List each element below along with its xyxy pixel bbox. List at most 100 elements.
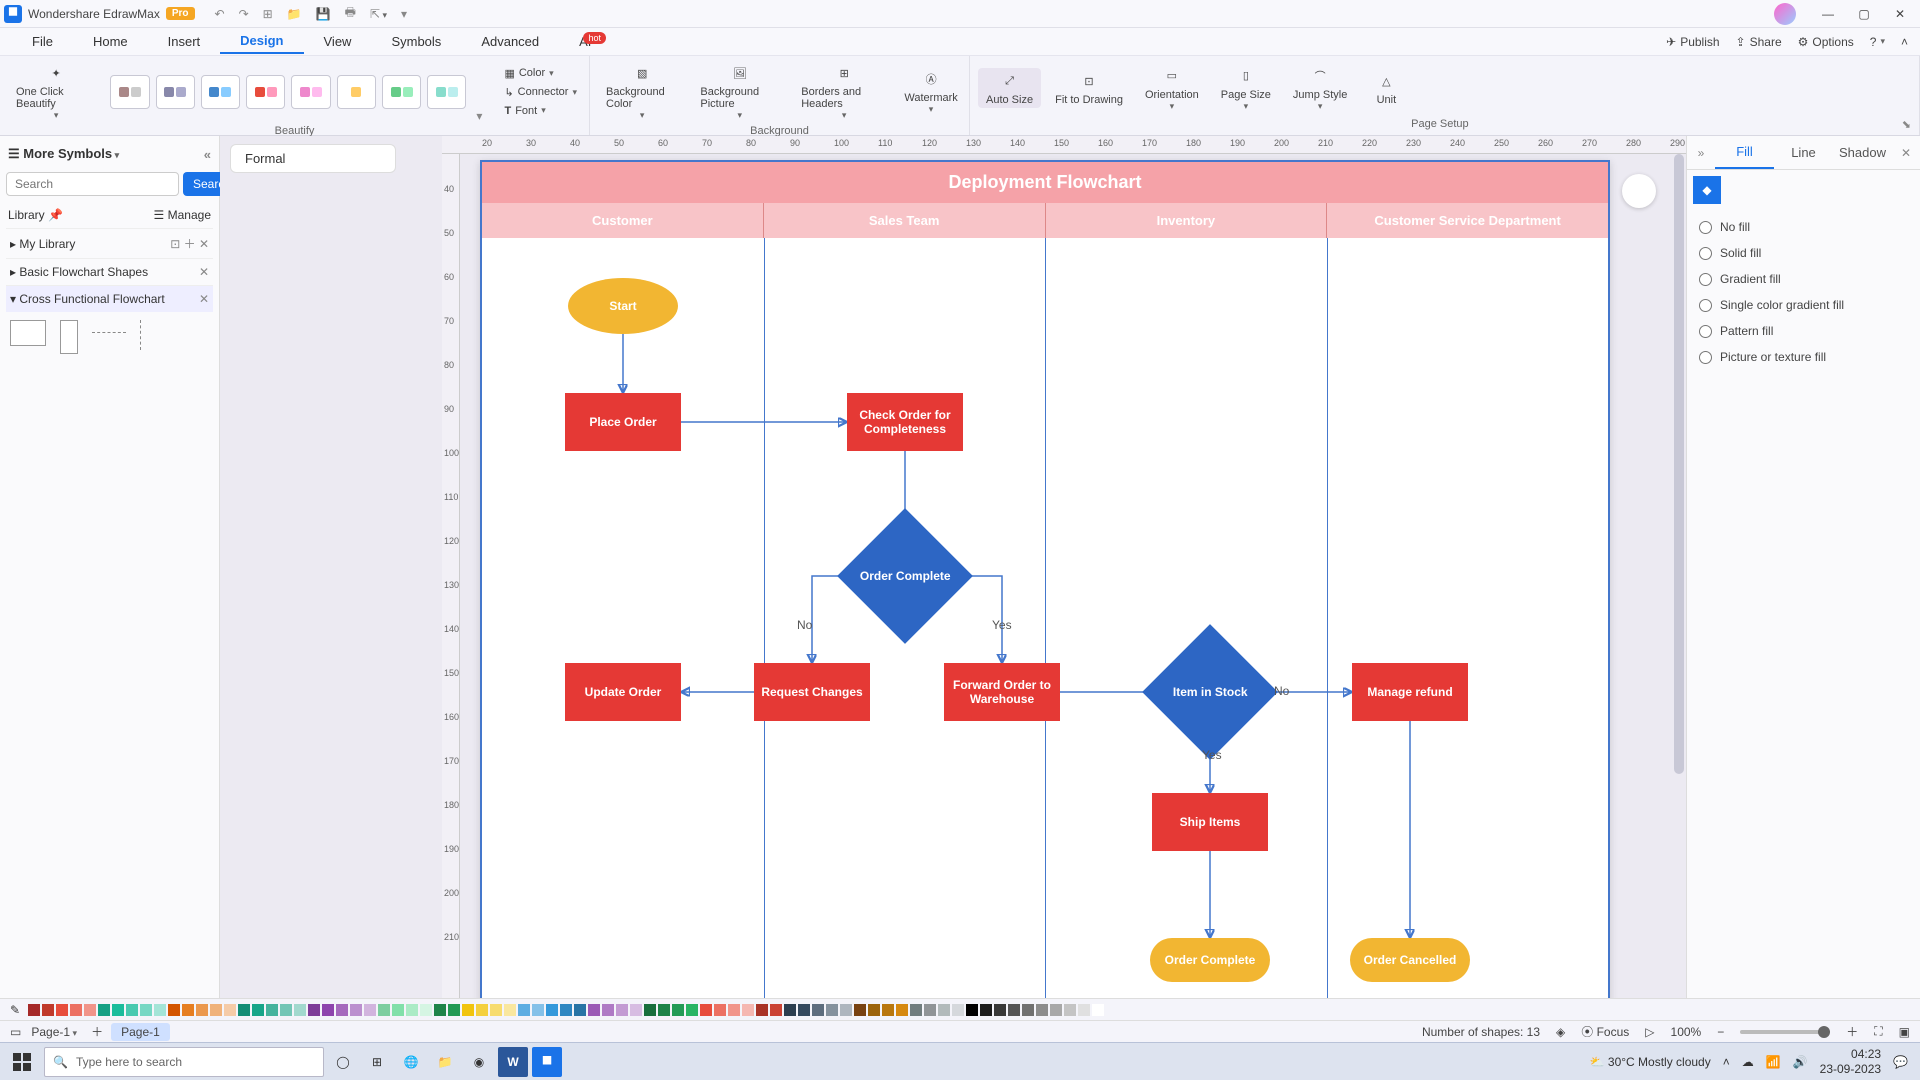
color-swatch[interactable] <box>42 1004 54 1016</box>
color-swatch[interactable] <box>112 1004 124 1016</box>
color-swatch[interactable] <box>238 1004 250 1016</box>
color-swatch[interactable] <box>140 1004 152 1016</box>
fill-tab[interactable]: Fill <box>1715 136 1774 169</box>
menu-file[interactable]: File <box>12 30 73 53</box>
separator-v-shape[interactable] <box>140 320 141 350</box>
color-swatch[interactable] <box>308 1004 320 1016</box>
focus-button[interactable]: ⦿ Focus <box>1581 1023 1629 1040</box>
color-swatch[interactable] <box>154 1004 166 1016</box>
order-cancelled-shape[interactable]: Order Cancelled <box>1350 938 1470 982</box>
canvas[interactable]: Formal 203040506070809010011012013014015… <box>220 136 1686 998</box>
color-swatch[interactable] <box>714 1004 726 1016</box>
symbol-search-input[interactable] <box>6 172 179 196</box>
item-in-stock-decision[interactable]: Item in Stock <box>1142 624 1278 760</box>
color-swatch[interactable] <box>1022 1004 1034 1016</box>
weather-widget[interactable]: ⛅ 30°C Mostly cloudy <box>1590 1055 1711 1069</box>
zoom-in-button[interactable]: ＋ <box>1846 1023 1858 1040</box>
color-swatch[interactable] <box>476 1004 488 1016</box>
fullscreen-icon[interactable]: ▣ <box>1899 1025 1910 1039</box>
color-swatch[interactable] <box>280 1004 292 1016</box>
color-swatch[interactable] <box>574 1004 586 1016</box>
color-swatch[interactable] <box>742 1004 754 1016</box>
theme-preset-2[interactable] <box>156 75 195 109</box>
notifications-icon[interactable]: 💬 <box>1893 1055 1908 1069</box>
page-view-icon[interactable]: ▭ <box>10 1025 21 1039</box>
paint-bucket-icon[interactable]: ◆ <box>1693 176 1721 204</box>
theme-preset-6[interactable] <box>337 75 376 109</box>
shapes-panel-title[interactable]: ☰ More Symbols <box>8 146 119 162</box>
forward-warehouse-shape[interactable]: Forward Order to Warehouse <box>944 663 1060 721</box>
wifi-icon[interactable]: 📶 <box>1766 1055 1781 1069</box>
undo-icon[interactable]: ↶ <box>215 7 225 21</box>
color-swatch[interactable] <box>126 1004 138 1016</box>
color-swatch[interactable] <box>560 1004 572 1016</box>
new-file-icon[interactable]: ⊞ <box>263 7 273 21</box>
fit-page-icon[interactable]: ⛶ <box>1874 1024 1882 1039</box>
color-swatch[interactable] <box>882 1004 894 1016</box>
color-swatch[interactable] <box>336 1004 348 1016</box>
update-order-shape[interactable]: Update Order <box>565 663 681 721</box>
options-button[interactable]: ⚙ Options <box>1798 35 1854 49</box>
line-tab[interactable]: Line <box>1774 137 1833 168</box>
color-swatch[interactable] <box>434 1004 446 1016</box>
page-size-button[interactable]: ▯Page Size <box>1213 63 1279 114</box>
color-swatch[interactable] <box>1092 1004 1104 1016</box>
volume-icon[interactable]: 🔊 <box>1793 1055 1808 1069</box>
manage-library-button[interactable]: ☰ Manage <box>154 208 211 222</box>
start-shape[interactable]: Start <box>568 278 678 334</box>
color-swatch[interactable] <box>686 1004 698 1016</box>
order-complete-decision[interactable]: Order Complete <box>837 508 973 644</box>
color-swatch[interactable] <box>672 1004 684 1016</box>
theme-more-icon[interactable]: ▾ <box>472 109 486 123</box>
check-order-shape[interactable]: Check Order for Completeness <box>847 393 963 451</box>
color-swatch[interactable] <box>798 1004 810 1016</box>
redo-icon[interactable]: ↷ <box>239 7 249 21</box>
separator-h-shape[interactable] <box>92 332 126 333</box>
color-swatch[interactable] <box>504 1004 516 1016</box>
font-dropdown[interactable]: T Font <box>500 103 581 119</box>
export-icon[interactable]: ⇱ <box>370 7 387 21</box>
color-dropdown[interactable]: ▦ Color <box>500 65 581 82</box>
color-swatch[interactable] <box>826 1004 838 1016</box>
color-swatch[interactable] <box>518 1004 530 1016</box>
color-swatch[interactable] <box>546 1004 558 1016</box>
onedrive-icon[interactable]: ☁ <box>1742 1055 1754 1069</box>
fill-option[interactable]: Gradient fill <box>1699 266 1908 292</box>
lane-header-customer[interactable]: Customer <box>482 203 764 238</box>
menu-advanced[interactable]: Advanced <box>461 30 559 53</box>
color-swatch[interactable] <box>616 1004 628 1016</box>
collapse-ribbon-icon[interactable]: ˄ <box>1901 35 1908 49</box>
menu-design[interactable]: Design <box>220 29 303 54</box>
floating-tool-icon[interactable] <box>1622 174 1656 208</box>
color-swatch[interactable] <box>1050 1004 1062 1016</box>
edge-icon[interactable]: 🌐 <box>396 1047 426 1077</box>
my-library-category[interactable]: ▸ My Library ⊡ ＋ ✕ <box>6 228 213 258</box>
cortana-icon[interactable]: ◯ <box>328 1047 358 1077</box>
color-swatch[interactable] <box>784 1004 796 1016</box>
minimize-button[interactable]: — <box>1812 2 1844 26</box>
color-swatch[interactable] <box>70 1004 82 1016</box>
present-icon[interactable]: ▷ <box>1645 1025 1654 1039</box>
color-swatch[interactable] <box>924 1004 936 1016</box>
color-swatch[interactable] <box>812 1004 824 1016</box>
maximize-button[interactable]: ▢ <box>1848 2 1880 26</box>
color-swatch[interactable] <box>630 1004 642 1016</box>
taskbar-search[interactable]: 🔍 Type here to search <box>44 1047 324 1077</box>
color-swatch[interactable] <box>700 1004 712 1016</box>
background-color-button[interactable]: ▧Background Color <box>598 60 686 123</box>
menu-ai[interactable]: AIhot <box>559 30 626 53</box>
theme-preset-1[interactable] <box>110 75 149 109</box>
color-swatch[interactable] <box>350 1004 362 1016</box>
swimlane-body[interactable]: Start Place Order Check Order for Comple… <box>482 238 1608 998</box>
shadow-tab[interactable]: Shadow <box>1833 137 1892 168</box>
chrome-icon[interactable]: ◉ <box>464 1047 494 1077</box>
fit-to-drawing-button[interactable]: ⊡Fit to Drawing <box>1047 68 1131 108</box>
color-swatch[interactable] <box>770 1004 782 1016</box>
color-swatch[interactable] <box>224 1004 236 1016</box>
start-button[interactable] <box>4 1047 40 1077</box>
theme-preset-8[interactable] <box>427 75 466 109</box>
color-swatch[interactable] <box>462 1004 474 1016</box>
color-swatch[interactable] <box>910 1004 922 1016</box>
color-swatch[interactable] <box>980 1004 992 1016</box>
color-swatch[interactable] <box>196 1004 208 1016</box>
